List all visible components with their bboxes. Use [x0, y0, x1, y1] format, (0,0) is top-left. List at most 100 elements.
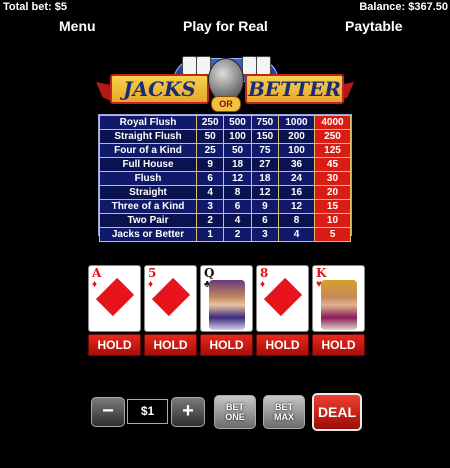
playing-card[interactable]: 5 ♦: [144, 265, 197, 332]
paytable-payout-cell: 16: [278, 185, 315, 200]
hold-button[interactable]: HOLD: [312, 334, 365, 356]
paytable-hand-name: Full House: [99, 157, 197, 172]
paytable-hand-name: Three of a Kind: [99, 199, 197, 214]
paytable-row: Straight 4 8 12 16 20: [99, 185, 352, 200]
queen-portrait-icon: [209, 280, 245, 330]
paytable-hand-name: Straight Flush: [99, 129, 197, 144]
bet-max-button[interactable]: BET MAX: [263, 395, 305, 429]
logo-card-icon: [256, 56, 271, 75]
paytable-row: Straight Flush 50 100 150 200 250: [99, 129, 352, 144]
paytable-payout-cell: 36: [278, 157, 315, 172]
paytable-payout-cell: 100: [223, 129, 252, 144]
paytable-payout-cell: 12: [278, 199, 315, 214]
card-slot: A ♦ HOLD: [88, 265, 141, 356]
card-slot: Q ♣ HOLD: [200, 265, 253, 356]
paytable-hand-name: Straight: [99, 185, 197, 200]
card-slot: 5 ♦ HOLD: [144, 265, 197, 356]
hold-button[interactable]: HOLD: [200, 334, 253, 356]
logo-card-icon: [242, 56, 257, 75]
bet-amount-display: $1: [127, 399, 168, 424]
bet-max-label-line2: MAX: [274, 412, 294, 422]
card-slot: 8 ♦ HOLD: [256, 265, 309, 356]
paytable-payout-cell: 45: [313, 157, 352, 172]
diamond-pip-icon: [95, 277, 135, 317]
hold-button[interactable]: HOLD: [144, 334, 197, 356]
paytable-payout-cell: 9: [195, 157, 225, 172]
paytable-payout-cell: 50: [223, 143, 252, 158]
card-rank: 8: [260, 266, 269, 280]
paytable-grid: Royal Flush 250 500 750 1000 4000 Straight Flu…: [99, 115, 352, 242]
increase-bet-button[interactable]: +: [171, 397, 205, 427]
paytable-payout-cell: 18: [250, 171, 280, 186]
paytable-row: Two Pair 2 4 6 8 10: [99, 213, 352, 228]
bet-one-label-line2: ONE: [225, 412, 245, 422]
controls-bar: − $1 + BET ONE BET MAX DEAL: [0, 393, 450, 433]
status-bar: Total bet: $5 Balance: $367.50: [0, 0, 450, 14]
paytable-row: Four of a Kind 25 50 75 100 125: [99, 143, 352, 158]
nav-bar: Menu Play for Real Paytable: [0, 18, 450, 38]
paytable-payout-cell: 6: [195, 171, 225, 186]
bet-one-button[interactable]: BET ONE: [214, 395, 256, 429]
paytable-hand-name: Royal Flush: [99, 115, 197, 130]
playing-card[interactable]: K ♥: [312, 265, 365, 332]
paytable-payout-cell: 2: [195, 213, 225, 228]
bet-max-label-line1: BET: [275, 402, 293, 412]
paytable-payout-cell: 3: [250, 227, 280, 242]
deal-button[interactable]: DEAL: [312, 393, 362, 431]
card-slot: K ♥ HOLD: [312, 265, 365, 356]
play-for-real-link[interactable]: Play for Real: [183, 18, 268, 34]
balance-label: Balance: $367.50: [359, 1, 448, 13]
total-bet-label: Total bet: $5: [3, 1, 67, 13]
paytable-payout-cell: 12: [250, 185, 280, 200]
card-rank: 5: [148, 266, 157, 280]
paytable-payout-cell: 4: [195, 185, 225, 200]
card-rank: K: [316, 266, 327, 280]
paytable-payout-cell: 125: [313, 143, 352, 158]
paytable-payout-cell: 30: [313, 171, 352, 186]
card-hand: A ♦ HOLD 5 ♦ HOLD Q ♣ HOLD 8 ♦ HOLD K ♥ HOLD: [88, 265, 368, 360]
paytable-payout-cell: 24: [278, 171, 315, 186]
paytable-link[interactable]: Paytable: [345, 18, 403, 34]
hold-button[interactable]: HOLD: [256, 334, 309, 356]
paytable-payout-cell: 4000: [313, 115, 352, 130]
paytable-payout-cell: 75: [250, 143, 280, 158]
jacks-or-better-logo: JACKS BETTER OR: [96, 52, 354, 114]
playing-card[interactable]: A ♦: [88, 265, 141, 332]
paytable-row: Jacks or Better 1 2 3 4 5: [99, 227, 352, 242]
paytable-payout-cell: 10: [313, 213, 352, 228]
paytable-payout-cell: 250: [313, 129, 352, 144]
paytable-payout-cell: 6: [250, 213, 280, 228]
paytable-payout-cell: 200: [278, 129, 315, 144]
paytable-payout-cell: 100: [278, 143, 315, 158]
paytable-payout-cell: 18: [223, 157, 252, 172]
paytable-hand-name: Two Pair: [99, 213, 197, 228]
paytable-payout-cell: 2: [223, 227, 252, 242]
paytable-row: Full House 9 18 27 36 45: [99, 157, 352, 172]
paytable: Royal Flush 250 500 750 1000 4000 Straight Flu…: [98, 114, 352, 242]
menu-link[interactable]: Menu: [59, 18, 96, 34]
hold-button[interactable]: HOLD: [88, 334, 141, 356]
logo-jacks-text: JACKS: [110, 74, 209, 104]
paytable-row: Flush 6 12 18 24 30: [99, 171, 352, 186]
paytable-payout-cell: 8: [223, 185, 252, 200]
king-portrait-icon: [321, 280, 357, 330]
paytable-payout-cell: 4: [278, 227, 315, 242]
paytable-payout-cell: 500: [223, 115, 252, 130]
playing-card[interactable]: Q ♣: [200, 265, 253, 332]
paytable-payout-cell: 5: [313, 227, 352, 242]
card-rank: A: [92, 266, 102, 280]
paytable-payout-cell: 12: [223, 171, 252, 186]
card-rank: Q: [204, 266, 215, 280]
paytable-payout-cell: 8: [278, 213, 315, 228]
paytable-payout-cell: 250: [195, 115, 225, 130]
card-suit-icon: ♦: [148, 279, 154, 290]
paytable-payout-cell: 6: [223, 199, 252, 214]
playing-card[interactable]: 8 ♦: [256, 265, 309, 332]
diamond-pip-icon: [151, 277, 191, 317]
logo-better-text: BETTER: [245, 74, 344, 104]
paytable-payout-cell: 15: [313, 199, 352, 214]
card-suit-icon: ♦: [260, 279, 266, 290]
paytable-payout-cell: 9: [250, 199, 280, 214]
paytable-payout-cell: 4: [223, 213, 252, 228]
decrease-bet-button[interactable]: −: [91, 397, 125, 427]
